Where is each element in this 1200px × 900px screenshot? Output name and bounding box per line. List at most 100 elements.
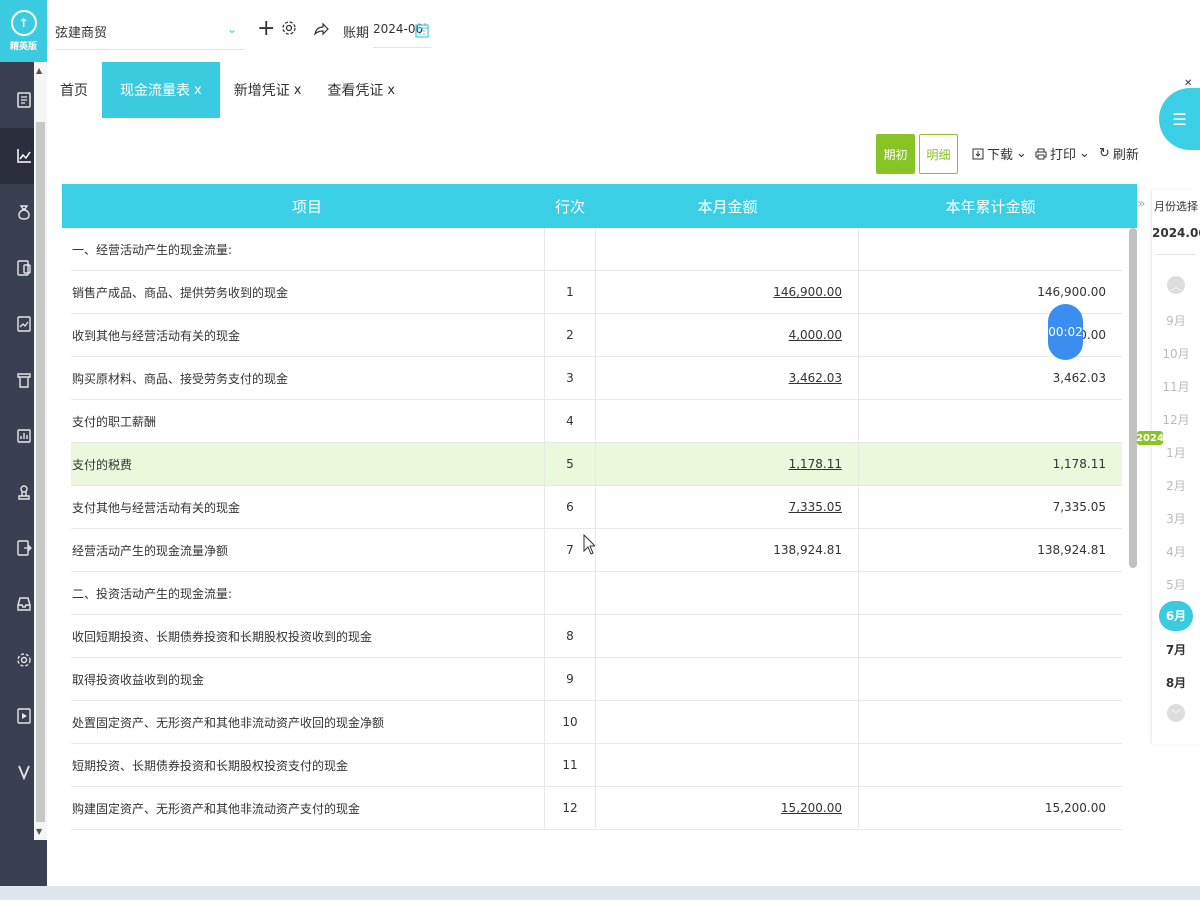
row-month-amount (596, 701, 859, 743)
row-item: 收到其他与经营活动有关的现金 (72, 328, 241, 343)
row-year-amount (859, 572, 1122, 614)
row-year-amount (859, 400, 1122, 442)
row-line-no (544, 572, 596, 614)
table-row[interactable]: 购建固定资产、无形资产和其他非流动资产支付的现金 12 15,200.00 15… (71, 787, 1122, 830)
table-row[interactable]: 收回短期投资、长期债券投资和长期股权投资收到的现金 8 (71, 615, 1122, 658)
month-item[interactable]: 1月 (1152, 444, 1200, 461)
row-item: 处置固定资产、无形资产和其他非流动资产收回的现金净额 (72, 715, 385, 730)
row-month-amount[interactable]: 146,900.00 (596, 271, 859, 313)
download-button[interactable]: 下载 ⌄ (972, 144, 1027, 163)
month-item[interactable]: 12月 (1152, 411, 1200, 428)
row-item: 二、投资活动产生的现金流量: (72, 586, 233, 601)
row-item: 支付的税费 (72, 457, 133, 472)
row-month-amount[interactable]: 15,200.00 (596, 787, 859, 829)
refresh-button[interactable]: ↻ 刷新 (1099, 144, 1139, 163)
row-month-amount[interactable]: 4,000.00 (596, 314, 859, 356)
row-year-amount (859, 701, 1122, 743)
row-year-amount: 146,900.00 (1037, 285, 1106, 299)
tab-close-icon[interactable]: x (387, 83, 395, 98)
left-scrollbar[interactable]: ▲ ▼ (34, 62, 47, 840)
tab-home[interactable]: 首页 (47, 62, 100, 118)
app-logo[interactable]: ↑ 精英版 (0, 0, 47, 62)
row-line-no: 3 (544, 357, 596, 399)
tab-view-voucher[interactable]: 查看凭证 x (315, 62, 407, 118)
scroll-up-icon[interactable]: ▲ (36, 66, 42, 75)
row-line-no: 2 (544, 314, 596, 356)
add-icon[interactable]: + (257, 16, 275, 41)
collapse-icon[interactable]: ✕ (1184, 78, 1192, 89)
company-select[interactable]: 弦建商贸 (55, 22, 245, 50)
print-button[interactable]: 打印 ⌄ (1035, 144, 1090, 163)
row-year-amount: 1,178.11 (1052, 457, 1106, 471)
table-row[interactable]: 经营活动产生的现金流量净额 7 138,924.81 138,924.81 (71, 529, 1122, 572)
header-month-amount: 本月金额 (697, 197, 758, 216)
month-item[interactable]: 2月 (1152, 477, 1200, 494)
row-line-no: 6 (544, 486, 596, 528)
month-item[interactable]: 10月 (1152, 345, 1200, 362)
tab-new-voucher[interactable]: 新增凭证 x (222, 62, 314, 118)
row-month-amount[interactable]: 1,178.11 (596, 443, 859, 485)
row-month-amount (596, 615, 859, 657)
top-bar: 弦建商贸 ⌄ + 账期 2024-06 (47, 0, 1200, 62)
chevron-down-icon[interactable]: ﹀ (1167, 704, 1185, 722)
month-item-selected[interactable]: 6月 (1159, 601, 1193, 631)
table-row[interactable]: 处置固定资产、无形资产和其他非流动资产收回的现金净额 10 (71, 701, 1122, 744)
cloud-icon: ↑ (10, 10, 37, 36)
tab-cash-flow[interactable]: 现金流量表 x (102, 62, 220, 118)
chevron-down-icon[interactable]: ⌄ (227, 22, 237, 36)
table-scrollbar[interactable] (1129, 228, 1137, 568)
table-header: 项目 行次 本月金额 本年累计金额 (62, 184, 1137, 228)
header-year-amount: 本年累计金额 (945, 197, 1036, 216)
table-row[interactable]: 取得投资收益收到的现金 9 (71, 658, 1122, 701)
month-item[interactable]: 4月 (1152, 543, 1200, 560)
share-icon[interactable] (313, 20, 329, 39)
floating-menu-button[interactable]: ☰ (1159, 88, 1200, 150)
tab-close-icon[interactable]: x (194, 83, 202, 98)
scroll-thumb[interactable] (36, 122, 45, 822)
timer-bubble[interactable]: 00:02 (1048, 304, 1083, 360)
month-item[interactable]: 9月 (1152, 312, 1200, 329)
mouse-cursor-icon (583, 534, 595, 555)
download-label: 下载 (987, 148, 1014, 163)
month-item[interactable]: 11月 (1152, 378, 1200, 395)
calendar-icon[interactable] (415, 22, 429, 41)
table-row[interactable]: 收到其他与经营活动有关的现金 2 4,000.00 4,000.00 (71, 314, 1122, 357)
tab-label: 查看凭证 (327, 83, 384, 99)
row-month-amount (596, 400, 859, 442)
detail-button[interactable]: 明细 (919, 134, 958, 174)
row-month-amount[interactable]: 3,462.03 (596, 357, 859, 399)
divider (1156, 254, 1196, 255)
tab-label: 现金流量表 (120, 83, 190, 99)
table-row[interactable]: 支付其他与经营活动有关的现金 6 7,335.05 7,335.05 (71, 486, 1122, 529)
month-item[interactable]: 8月 (1152, 674, 1200, 691)
table-row[interactable]: 短期投资、长期债券投资和长期股权投资支付的现金 11 (71, 744, 1122, 787)
tab-close-icon[interactable]: x (294, 83, 302, 98)
opening-balance-button[interactable]: 期初 (876, 134, 915, 174)
table-row[interactable]: 支付的职工薪酬 4 (71, 400, 1122, 443)
month-item[interactable]: 3月 (1152, 510, 1200, 527)
download-icon (972, 148, 984, 159)
chevron-up-icon[interactable]: ︿ (1167, 276, 1185, 294)
table-row[interactable]: 一、经营活动产生的现金流量: (71, 228, 1122, 271)
bottom-bar (0, 886, 1200, 900)
row-item: 一、经营活动产生的现金流量: (72, 242, 233, 257)
table-row[interactable]: 购买原材料、商品、接受劳务支付的现金 3 3,462.03 3,462.03 (71, 357, 1122, 400)
expand-panel-icon[interactable]: » (1137, 196, 1146, 212)
tab-label: 新增凭证 (233, 83, 290, 99)
month-item[interactable]: 5月 (1152, 576, 1200, 593)
row-month-amount (596, 658, 859, 700)
month-item[interactable]: 7月 (1152, 641, 1200, 658)
table-row[interactable]: 销售产成品、商品、提供劳务收到的现金 1 146,900.00 146,900.… (71, 271, 1122, 314)
year-tag: 2024 (1136, 431, 1164, 445)
table-row[interactable]: 二、投资活动产生的现金流量: (71, 572, 1122, 615)
row-year-amount: 138,924.81 (1037, 543, 1106, 557)
chevron-down-icon: ⌄ (1016, 146, 1027, 161)
header-line-no: 行次 (554, 197, 585, 216)
row-item: 购买原材料、商品、接受劳务支付的现金 (72, 371, 289, 386)
scroll-down-icon[interactable]: ▼ (36, 827, 42, 836)
gear-icon[interactable] (281, 20, 297, 39)
row-year-amount: 3,462.03 (1052, 371, 1106, 385)
row-month-amount[interactable]: 7,335.05 (596, 486, 859, 528)
table-row-highlighted[interactable]: 支付的税费 5 1,178.11 1,178.11 (71, 443, 1122, 486)
row-year-amount (859, 658, 1122, 700)
